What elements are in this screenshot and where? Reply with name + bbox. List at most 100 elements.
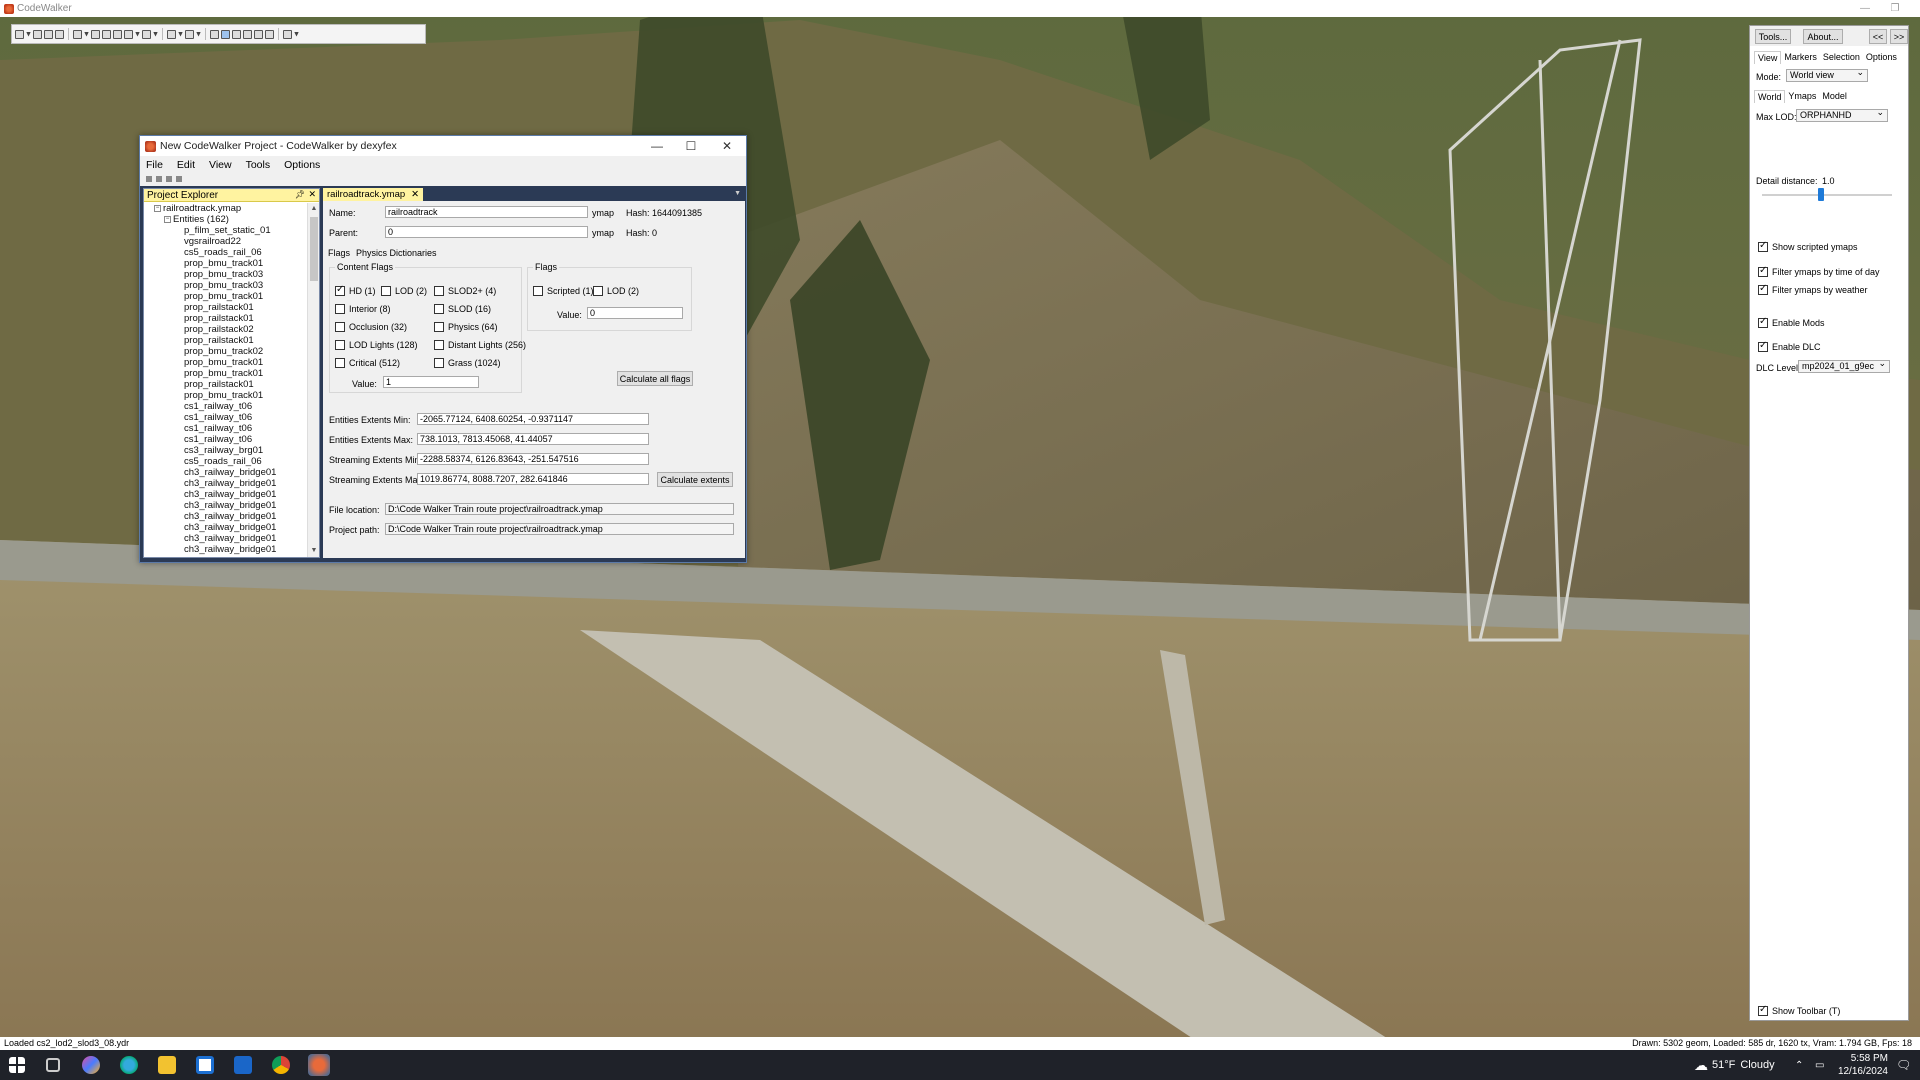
store-icon[interactable] <box>196 1056 214 1074</box>
view-option-checkbox[interactable]: Enable DLC <box>1758 340 1821 352</box>
checkbox-box[interactable] <box>335 284 345 296</box>
tab-markers[interactable]: Markers <box>1781 51 1820 64</box>
open-icon[interactable] <box>33 29 42 39</box>
dropdown-arrow-icon[interactable] <box>26 31 31 37</box>
project-icon[interactable] <box>221 29 230 39</box>
checkbox-box[interactable] <box>1758 283 1768 295</box>
content-flag-checkbox[interactable]: LOD (2) <box>381 286 427 296</box>
save-all-icon[interactable] <box>176 176 182 182</box>
checkbox-box[interactable] <box>434 340 444 350</box>
delete-icon[interactable] <box>243 29 252 39</box>
checkbox-box[interactable] <box>335 340 345 350</box>
menu-edit[interactable]: Edit <box>177 159 195 171</box>
collapse-icon[interactable]: − <box>164 215 171 223</box>
detail-distance-slider[interactable] <box>1762 188 1892 201</box>
scroll-down-icon[interactable]: ▼ <box>308 545 320 557</box>
tab-ymaps[interactable]: Ymaps <box>1785 90 1819 103</box>
save-icon[interactable] <box>44 29 53 39</box>
tree-entity-item[interactable]: prop_bmu_track01 <box>144 390 307 401</box>
checkbox-box[interactable] <box>434 322 444 332</box>
explorer-scrollbar[interactable]: ▲ ▼ <box>307 203 319 557</box>
checkbox-box[interactable] <box>1758 265 1768 277</box>
restore-icon[interactable]: ❐ <box>1880 0 1910 17</box>
tree-entity-item[interactable]: ch3_railway_bridge01 <box>144 544 307 555</box>
menu-view[interactable]: View <box>209 159 232 171</box>
tab-physics-dictionaries[interactable]: Physics Dictionaries <box>356 248 437 258</box>
content-flag-checkbox[interactable]: SLOD2+ (4) <box>434 286 496 296</box>
tab-world[interactable]: World <box>1754 90 1786 103</box>
tab-view[interactable]: View <box>1754 51 1782 64</box>
paste-icon[interactable] <box>265 29 274 39</box>
dropdown-arrow-icon[interactable] <box>153 31 158 37</box>
content-flag-checkbox[interactable]: Critical (512) <box>335 358 400 368</box>
content-flag-checkbox[interactable]: Physics (64) <box>434 322 498 332</box>
menu-file[interactable]: File <box>146 159 163 171</box>
pointer-icon[interactable] <box>73 29 82 39</box>
tree-entity-item[interactable]: prop_bmu_track01 <box>144 258 307 269</box>
tree-entity-item[interactable]: prop_bmu_track01 <box>144 357 307 368</box>
tab-selection[interactable]: Selection <box>1820 51 1863 64</box>
outlook-icon[interactable] <box>234 1056 252 1074</box>
about-button[interactable]: About... <box>1803 29 1843 44</box>
start-icon[interactable] <box>9 1057 25 1073</box>
tree-entity-item[interactable]: cs1_railway_t06 <box>144 423 307 434</box>
maximize-icon[interactable]: ☐ <box>674 136 708 156</box>
streaming-min-input[interactable]: -2288.58374, 6126.83643, -251.547516 <box>417 453 649 465</box>
menu-tools[interactable]: Tools <box>246 159 271 171</box>
checkbox-box[interactable] <box>434 304 444 314</box>
tree-entity-item[interactable]: ch3_railway_bridge01 <box>144 500 307 511</box>
flags-value-input[interactable]: 0 <box>587 307 683 319</box>
calculate-all-flags-button[interactable]: Calculate all flags <box>617 371 693 386</box>
chevron-up-icon[interactable]: ⌃ <box>1795 1050 1803 1080</box>
codewalker-taskbar-icon[interactable] <box>308 1054 330 1076</box>
file-location-input[interactable]: D:\Code Walker Train route project\railr… <box>385 503 734 515</box>
tree-entity-item[interactable]: ch3_railway_bridge01 <box>144 467 307 478</box>
tree-entity-item[interactable]: cs1_railway_t06 <box>144 412 307 423</box>
checkbox-box[interactable] <box>434 358 444 368</box>
tree-entity-item[interactable]: ch3_railway_bridge01 <box>144 478 307 489</box>
slider-knob[interactable] <box>1817 188 1824 201</box>
content-flag-checkbox[interactable]: HD (1) <box>335 284 376 296</box>
tree-entity-item[interactable]: cs1_railway_t06 <box>144 401 307 412</box>
parent-input[interactable]: 0 <box>385 226 588 238</box>
entities-max-input[interactable]: 738.1013, 7813.45068, 41.44057 <box>417 433 649 445</box>
content-flag-checkbox[interactable]: Occlusion (32) <box>335 322 407 332</box>
tree-entity-item[interactable]: cs3_railway_brg01 <box>144 445 307 456</box>
calculate-extents-button[interactable]: Calculate extents <box>657 472 733 487</box>
view-option-checkbox[interactable]: Show scripted ymaps <box>1758 240 1858 252</box>
camera-icon[interactable] <box>283 29 292 39</box>
dropdown-arrow-icon[interactable] <box>294 31 299 37</box>
tab-flags[interactable]: Flags <box>328 248 350 258</box>
tree-entity-item[interactable]: ch3_railway_bridge01 <box>144 511 307 522</box>
streaming-max-input[interactable]: 1019.86774, 8088.7207, 282.641846 <box>417 473 649 485</box>
dropdown-arrow-icon[interactable] <box>84 31 89 37</box>
move-icon[interactable] <box>91 29 100 39</box>
copilot-icon[interactable] <box>82 1056 100 1074</box>
view-option-checkbox[interactable]: Filter ymaps by weather <box>1758 283 1868 295</box>
checkbox-box[interactable] <box>1758 240 1768 252</box>
tree-entity-item[interactable]: cs1_railway_t06 <box>144 434 307 445</box>
transform-icon[interactable] <box>124 29 133 39</box>
tree-entity-item[interactable]: prop_railstack01 <box>144 379 307 390</box>
collapse-panel-button[interactable]: << <box>1869 29 1887 44</box>
undo-icon[interactable] <box>167 29 176 39</box>
close-icon[interactable]: ✕ <box>308 189 316 200</box>
checkbox-box[interactable] <box>335 322 345 332</box>
network-icon[interactable]: ▭ <box>1815 1050 1824 1080</box>
project-path-input[interactable]: D:\Code Walker Train route project\railr… <box>385 523 734 535</box>
open-icon[interactable] <box>156 176 162 182</box>
dropdown-arrow-icon[interactable] <box>196 31 201 37</box>
notifications-icon[interactable]: 🗨︎ <box>1896 1050 1911 1080</box>
tree-entity-item[interactable]: ch3_railway_bridge01 <box>144 533 307 544</box>
rotate-icon[interactable] <box>102 29 111 39</box>
tree-entity-item[interactable]: p_film_set_static_01 <box>144 225 307 236</box>
tab-model[interactable]: Model <box>1819 90 1850 103</box>
entities-min-input[interactable]: -2065.77124, 6408.60254, -0.9371147 <box>417 413 649 425</box>
checkbox-box[interactable] <box>434 286 444 296</box>
tree-entity-item[interactable]: cs5_roads_rail_06 <box>144 456 307 467</box>
checkbox-box[interactable] <box>1758 340 1768 352</box>
tree-entity-item[interactable]: prop_bmu_track01 <box>144 291 307 302</box>
content-flag-checkbox[interactable]: Grass (1024) <box>434 358 501 368</box>
tree-entity-item[interactable]: prop_bmu_track02 <box>144 346 307 357</box>
tree-node-entities[interactable]: − Entities (162) <box>144 214 307 225</box>
